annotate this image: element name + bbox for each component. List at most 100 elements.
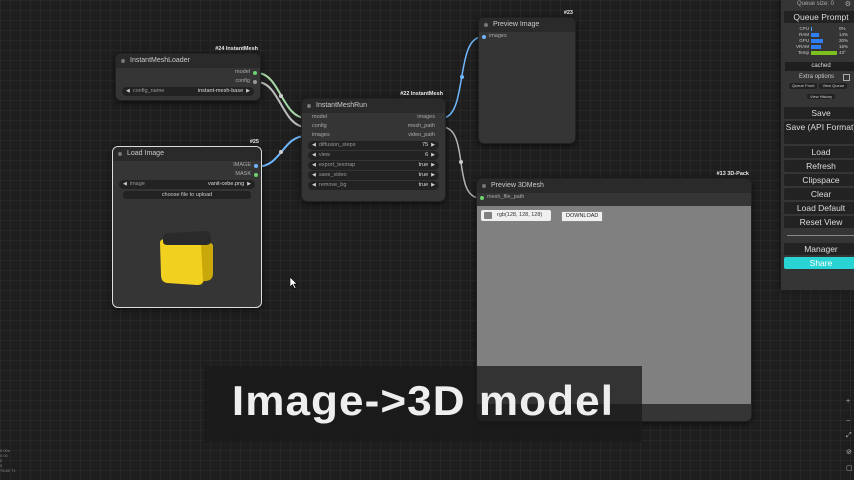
toggle-links-icon[interactable]: ⊘ [846,448,852,456]
widget-save-video[interactable]: ◀ save_video true ▶ [308,171,439,180]
widget-value: true [418,182,429,188]
stat-label: Temp [797,50,809,55]
wire-knot [279,150,283,154]
view-history-button[interactable]: View History [807,94,836,99]
slot-label: images [489,33,507,39]
arrow-left-icon[interactable]: ◀ [312,161,316,170]
arrow-right-icon[interactable]: ▶ [431,171,435,180]
input-slot-mesh-file-path[interactable]: mesh_file_path [477,193,751,202]
stat-bar [811,27,812,31]
wire-knot [459,160,463,164]
widget-config-name[interactable]: ◀ config_name instant-mesh-base ▶ [122,87,254,96]
slot-dot-icon[interactable] [254,172,258,177]
widget-label: remove_bg [318,182,347,188]
slot-dot-icon[interactable] [254,163,258,168]
widget-image-select[interactable]: ◀ image vanit-cebe.png ▶ [119,180,255,189]
arrow-right-icon[interactable]: ▶ [246,87,250,96]
node-load-image[interactable]: #25 Load Image IMAGE MASK ◀ image vanit-ce… [112,139,262,308]
slot-dot-icon[interactable] [253,79,257,84]
output-slot-video-path[interactable]: video_path [408,131,445,140]
queue-front-button[interactable]: Queue Front [789,83,818,89]
extra-options-toggle[interactable]: Extra options [781,73,854,82]
input-slot-images[interactable]: images [302,131,330,140]
widget-value: vanit-cebe.png [208,181,245,187]
slot-label: images [417,114,435,120]
load-default-button[interactable]: Load Default [784,202,854,214]
arrow-left-icon[interactable]: ◀ [126,87,130,96]
slot-dot-icon[interactable] [253,70,257,75]
output-slot-images[interactable]: images [417,113,445,122]
clipspace-button[interactable]: Clipspace [784,174,854,186]
widget-value: true [418,162,429,168]
node-instantmesh-run[interactable]: #22 InstantMesh InstantMeshRun model ima… [301,91,446,202]
node-title-text: InstantMeshRun [316,102,367,109]
checkbox-icon[interactable] [843,74,850,81]
output-slot-config[interactable]: config [116,77,260,86]
save-button[interactable]: Save [784,107,854,119]
node-title[interactable]: InstantMeshLoader [116,54,260,68]
share-button[interactable]: Share [784,257,854,269]
queue-prompt-button[interactable]: Queue Prompt [784,11,854,23]
node-title[interactable]: Preview Image [479,18,575,32]
collapse-dot-icon[interactable] [121,59,125,63]
node-title[interactable]: Load Image [113,147,261,161]
widget-view[interactable]: ◀ view 6 ▶ [308,151,439,160]
arrow-left-icon[interactable]: ◀ [312,171,316,180]
slot-row-images-video: images video_path [302,131,445,140]
load-button[interactable]: Load [784,146,854,158]
slot-dot-icon[interactable] [480,195,484,200]
widget-export-texmap[interactable]: ◀ export_texmap true ▶ [308,161,439,170]
input-slot-model[interactable]: model [302,113,327,122]
download-button[interactable]: DOWNLOAD [561,211,604,222]
fit-view-icon[interactable]: ⤢ [846,432,852,440]
node-instantmesh-loader[interactable]: #24 InstantMesh InstantMeshLoader model … [115,46,261,101]
collapse-dot-icon[interactable] [118,152,122,156]
node-title-text: Preview Image [493,21,540,28]
wire-images-in [255,135,307,168]
slot-dot-icon[interactable] [482,34,486,39]
choose-file-button[interactable]: choose file to upload [123,191,251,199]
node-badge: #25 [249,139,259,145]
arrow-left-icon[interactable]: ◀ [123,180,127,189]
node-title[interactable]: InstantMeshRun [302,99,445,113]
extra-options-label: Extra options [799,74,835,80]
manager-button[interactable]: Manager [784,243,854,255]
collapse-dot-icon[interactable] [482,184,486,188]
arrow-right-icon[interactable]: ▶ [247,180,251,189]
background-color-picker[interactable]: rgb(128, 128, 128) [481,210,551,221]
arrow-right-icon[interactable]: ▶ [431,151,435,160]
widget-remove-bg[interactable]: ◀ remove_bg true ▶ [308,181,439,190]
clear-button[interactable]: Clear [784,188,854,200]
arrow-right-icon[interactable]: ▶ [431,141,435,150]
slot-label: images [312,132,330,138]
input-slot-images[interactable]: images [479,32,575,41]
node-title[interactable]: Preview 3DMesh [477,179,751,193]
collapse-dot-icon[interactable] [484,23,488,27]
input-slot-config[interactable]: config [302,122,327,131]
widget-label: config_name [132,88,165,94]
view-queue-button[interactable]: View Queue [819,83,848,89]
zoom-out-icon[interactable]: − [846,418,850,425]
refresh-button[interactable]: Refresh [784,160,854,172]
node-badge: #13 3D-Pack [716,171,749,177]
output-slot-mask[interactable]: MASK [113,170,261,179]
node-preview-image[interactable]: #23 Preview Image images [478,10,576,144]
widget-diffusion-steps[interactable]: ◀ diffusion_steps 75 ▶ [308,141,439,150]
output-slot-image[interactable]: IMAGE [113,161,261,170]
output-slot-model[interactable]: model [116,68,260,77]
arrow-right-icon[interactable]: ▶ [431,181,435,190]
zoom-in-icon[interactable]: + [846,398,850,405]
reset-view-button[interactable]: Reset View [784,216,854,228]
arrow-left-icon[interactable]: ◀ [312,181,316,190]
node-title-text: Preview 3DMesh [491,182,544,189]
gear-icon[interactable]: ⚙ [845,0,851,9]
lock-icon[interactable]: ▢ [846,464,853,472]
arrow-right-icon[interactable]: ▶ [431,161,435,170]
output-slot-mesh-path[interactable]: mesh_path [408,122,445,131]
arrow-left-icon[interactable]: ◀ [312,141,316,150]
save-api-format-button[interactable]: Save (API Format) [784,121,854,144]
wire-knot [460,75,464,79]
arrow-left-icon[interactable]: ◀ [312,151,316,160]
video-caption-overlay: Image->3D model [204,366,642,442]
collapse-dot-icon[interactable] [307,104,311,108]
